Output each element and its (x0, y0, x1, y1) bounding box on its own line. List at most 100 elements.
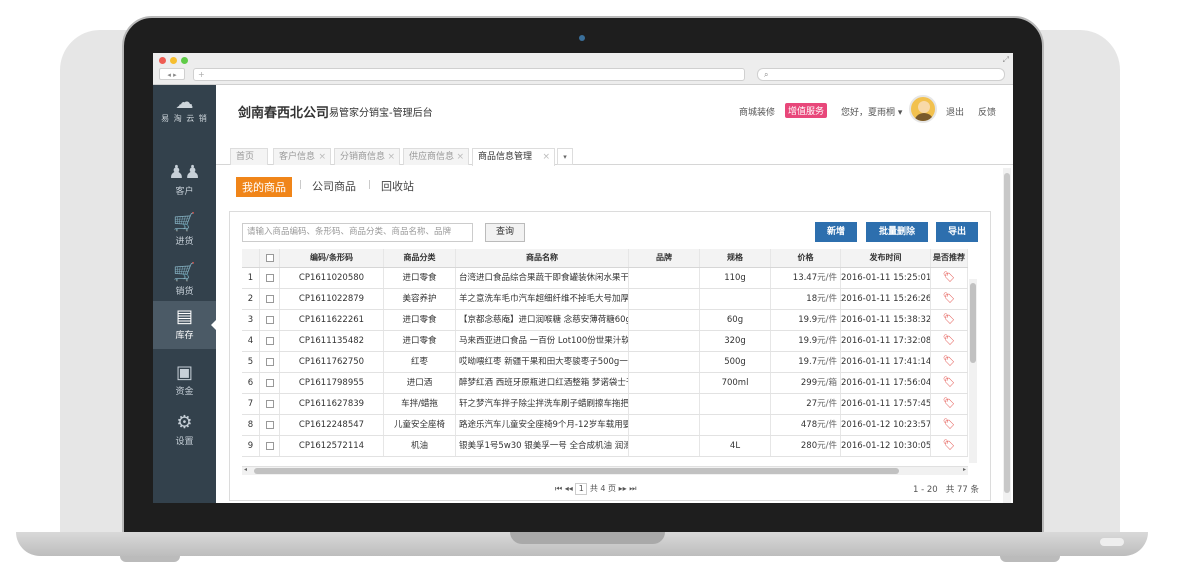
row-checkbox[interactable] (260, 331, 280, 351)
avatar[interactable] (909, 95, 937, 123)
search-input[interactable]: 请输入商品编码、条形码、商品分类、商品名称、品牌 (242, 223, 473, 242)
browser-search-icon[interactable]: ⌕ (757, 68, 1005, 81)
cell-code: CP1611135482 (280, 331, 384, 351)
table-row[interactable]: 7 CP1611627839 车拌/蜡拖 轩之梦汽车拌子除尘拌洗车刷子蜡刷擦车拖把车 2… (242, 394, 968, 415)
chevron-down-icon[interactable]: ▾ (557, 148, 573, 165)
table-row[interactable]: 9 CP1612572114 机油 银美孚1号5w30 银美孚一号 全合成机油 润滑油… (242, 436, 968, 457)
table-horizontal-scrollbar[interactable]: ◂ ▸ (242, 466, 968, 475)
cell-spec (700, 394, 771, 414)
table-row[interactable]: 8 CP1612248547 儿童安全座椅 路途乐汽车儿童安全座椅9个月-12岁车载用… (242, 415, 968, 436)
column-header[interactable]: 发布时间 (841, 249, 931, 267)
recommend-tag-icon[interactable]: 🏷 (943, 373, 956, 393)
select-all-checkbox[interactable] (260, 249, 280, 267)
close-icon[interactable]: × (456, 149, 464, 165)
user-greeting-menu[interactable]: 您好，夏雨桐 ▾ (841, 105, 902, 118)
sidebar-item-label: 销货 (175, 287, 194, 297)
cell-name: 哎呦喂红枣 新疆干果和田大枣骏枣子500g一等 (456, 352, 629, 372)
tab-recycle-bin[interactable]: 回收站 (381, 178, 414, 194)
cell-cat: 进口零食 (384, 331, 456, 351)
logout-link[interactable]: 退出 (946, 105, 964, 118)
table-row[interactable]: 2 CP1611022879 美容养护 羊之意洗车毛巾汽车超细纤维不掉毛大号加厚吸 18… (242, 289, 968, 310)
prev-page-button[interactable]: ◂◂ (565, 484, 573, 493)
recommend-tag-icon[interactable]: 🏷 (943, 436, 956, 456)
cell-spec: 4L (700, 436, 771, 456)
tab-supplier-info[interactable]: 供应商信息 × (403, 148, 469, 165)
query-button[interactable]: 查询 (485, 223, 525, 242)
close-icon[interactable]: × (387, 149, 395, 165)
close-icon[interactable]: × (318, 149, 326, 165)
cell-no: 1 (242, 268, 260, 288)
page-vertical-scrollbar[interactable] (1003, 168, 1011, 503)
close-icon[interactable]: × (542, 149, 550, 165)
first-page-button[interactable]: ⏮ (555, 484, 562, 493)
export-button[interactable]: 导出 (936, 222, 978, 242)
table-row[interactable]: 6 CP1611798955 进口酒 醉梦红酒 西班牙原瓶进口红酒整箱 梦诺袋士干 70… (242, 373, 968, 394)
recommend-tag-icon[interactable]: 🏷 (943, 415, 956, 435)
sidebar-item-funds[interactable]: ▣ 资金 (153, 357, 216, 405)
batch-delete-button[interactable]: 批量删除 (866, 222, 928, 242)
row-checkbox[interactable] (260, 352, 280, 372)
row-checkbox[interactable] (260, 268, 280, 288)
sidebar-item-sales[interactable]: 🛒 销货 (153, 257, 216, 305)
table-row[interactable]: 5 CP1611762750 红枣 哎呦喂红枣 新疆干果和田大枣骏枣子500g一等 50… (242, 352, 968, 373)
expand-icon[interactable]: ⤢ (1003, 55, 1009, 65)
row-checkbox[interactable] (260, 289, 280, 309)
column-header[interactable]: 是否推荐 (931, 249, 968, 267)
row-checkbox[interactable] (260, 415, 280, 435)
feedback-link[interactable]: 反馈 (978, 105, 996, 118)
sidebar-item-inventory[interactable]: ▤ 库存 (153, 301, 217, 349)
sidebar-item-settings[interactable]: ⚙ 设置 (153, 407, 216, 455)
page-input[interactable]: 1 (575, 483, 588, 495)
column-header[interactable]: 品牌 (629, 249, 700, 267)
cell-time: 2016-01-11 17:57:45 (841, 394, 931, 414)
close-dot[interactable] (159, 57, 166, 64)
recommend-tag-icon[interactable]: 🏷 (943, 394, 956, 414)
tab-customer-info[interactable]: 客户信息 × (273, 148, 331, 165)
tab-my-products[interactable]: 我的商品 (236, 177, 292, 197)
table-row[interactable]: 4 CP1611135482 进口零食 马来西亚进口食品 一百份 Lot100份世果汁… (242, 331, 968, 352)
column-header[interactable]: 价格 (771, 249, 841, 267)
recommend-tag-icon[interactable]: 🏷 (943, 310, 956, 330)
tab-home[interactable]: 首页 (230, 148, 268, 165)
recommend-tag-icon[interactable]: 🏷 (943, 289, 956, 309)
tab-product-management[interactable]: 商品信息管理 × (472, 148, 555, 166)
table-row[interactable]: 3 CP1611622261 进口零食 【京都念慈庵】进口润喉糖 念慈安薄荷糖60g … (242, 310, 968, 331)
sidebar: ☁ 易 淘 云 销 ♟♟ 客户 🛒 进货 🛒 销货 ▤ 库存 ▣ 资金 ⚙ 设置 (153, 85, 217, 503)
cell-spec: 110g (700, 268, 771, 288)
column-header[interactable]: 编码/条形码 (280, 249, 384, 267)
row-checkbox[interactable] (260, 436, 280, 456)
logo: ☁ 易 淘 云 销 (153, 93, 216, 124)
sidebar-item-customers[interactable]: ♟♟ 客户 (153, 157, 216, 205)
cell-code: CP1611627839 (280, 394, 384, 414)
address-bar[interactable]: + (193, 68, 745, 81)
cell-brand (629, 436, 700, 456)
cell-cat: 机油 (384, 436, 456, 456)
row-checkbox[interactable] (260, 310, 280, 330)
row-checkbox[interactable] (260, 373, 280, 393)
last-page-button[interactable]: ⏭ (629, 484, 636, 493)
maximize-dot[interactable] (181, 57, 188, 64)
mall-decor-link[interactable]: 商城装修 (739, 105, 775, 118)
vip-service-badge[interactable]: 增值服务 (785, 103, 828, 118)
table-vertical-scrollbar[interactable] (969, 279, 977, 463)
add-button[interactable]: 新增 (815, 222, 857, 242)
tab-company-products[interactable]: 公司商品 (312, 178, 356, 194)
minimize-dot[interactable] (170, 57, 177, 64)
recommend-tag-icon[interactable]: 🏷 (943, 331, 956, 351)
row-checkbox[interactable] (260, 394, 280, 414)
table-row[interactable]: 1 CP1611020580 进口零食 台湾进口食品综合果蔬干即食罐装休闲水果干果 11… (242, 268, 968, 289)
back-forward-buttons[interactable]: ◂ ▸ (159, 68, 185, 80)
column-header[interactable]: 商品名称 (456, 249, 629, 267)
sidebar-item-purchase[interactable]: 🛒 进货 (153, 207, 216, 255)
column-header[interactable]: 商品分类 (384, 249, 456, 267)
cell-name: 路途乐汽车儿童安全座椅9个月-12岁车载用婴儿 (456, 415, 629, 435)
recommend-tag-icon[interactable]: 🏷 (943, 268, 956, 288)
tab-distributor-info[interactable]: 分销商信息 × (334, 148, 400, 165)
cell-spec: 320g (700, 331, 771, 351)
column-header[interactable]: 规格 (700, 249, 771, 267)
next-page-button[interactable]: ▸▸ (619, 484, 627, 493)
cell-brand (629, 352, 700, 372)
price-cell: 27元/件 (771, 394, 841, 414)
table-header: 编码/条形码 商品分类 商品名称 品牌 规格 价格 发布时间 是否推荐 (242, 249, 968, 268)
recommend-tag-icon[interactable]: 🏷 (943, 352, 956, 372)
